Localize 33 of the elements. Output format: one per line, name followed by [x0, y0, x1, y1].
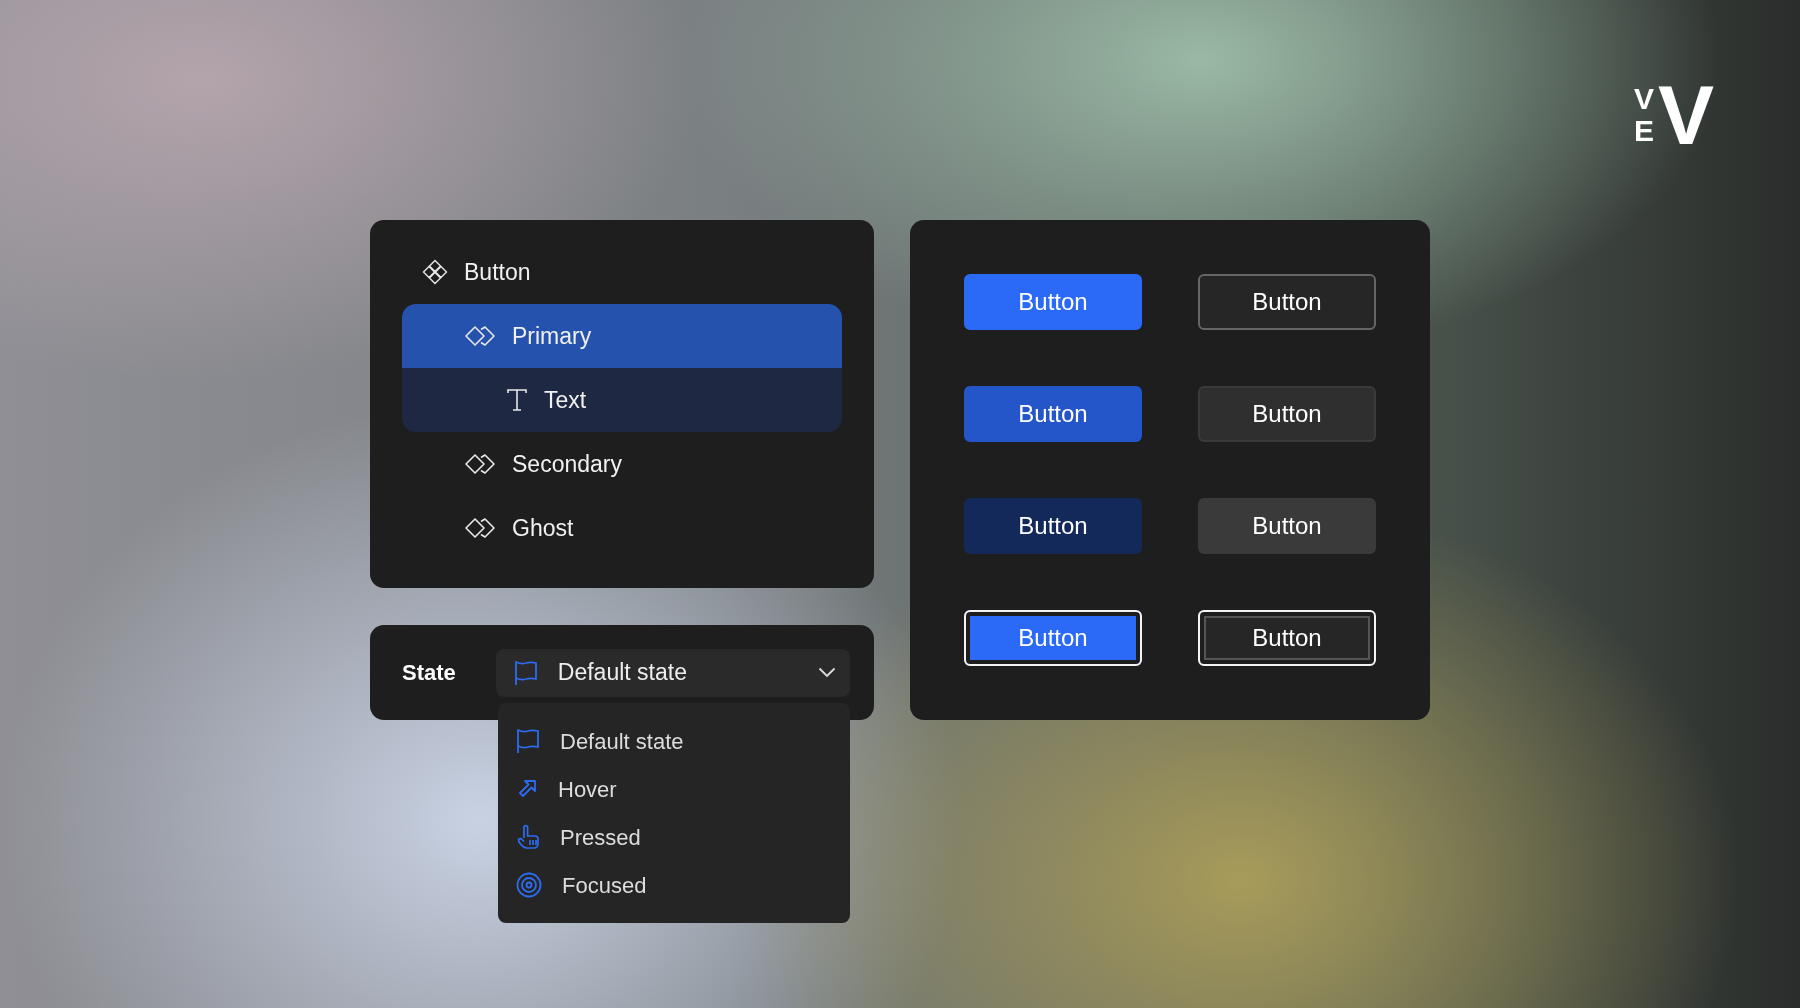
double-diamond-icon — [464, 325, 496, 347]
dropdown-option[interactable]: Focused — [498, 861, 850, 909]
arrow-icon — [516, 778, 538, 800]
dropdown-option[interactable]: Hover — [498, 765, 850, 813]
tree-item[interactable]: Button — [402, 240, 842, 304]
preview-button[interactable]: Button — [1198, 274, 1376, 330]
tree-item[interactable]: Text — [402, 368, 842, 432]
logo-letter: V — [1657, 80, 1714, 150]
tree-item[interactable]: Secondary — [402, 432, 842, 496]
dropdown-option[interactable]: Pressed — [498, 813, 850, 861]
preview-button[interactable]: Button — [1198, 386, 1376, 442]
tree-item[interactable]: Ghost — [402, 496, 842, 560]
state-dropdown[interactable]: Default state — [495, 648, 850, 697]
preview-button[interactable]: Button — [1198, 498, 1376, 554]
text-icon — [506, 388, 528, 412]
field-label: State — [402, 659, 456, 687]
preview-button[interactable]: Button — [964, 610, 1142, 666]
chevron-down-icon — [818, 667, 836, 678]
preview-button[interactable]: Button — [964, 274, 1142, 330]
flag-icon — [513, 659, 538, 686]
double-diamond-icon — [464, 453, 496, 475]
logo-letter: V — [1633, 83, 1654, 115]
preview-button[interactable]: Button — [964, 386, 1142, 442]
target-icon — [516, 872, 542, 898]
preview-button[interactable]: Button — [1198, 610, 1376, 666]
logo-letter: E — [1633, 115, 1654, 147]
component-icon — [422, 259, 448, 285]
tree-item[interactable]: Primary — [402, 304, 842, 368]
dropdown-option[interactable]: Default state — [498, 717, 850, 765]
flag-icon — [516, 728, 540, 754]
double-diamond-icon — [464, 517, 496, 539]
preview-button[interactable]: Button — [964, 498, 1142, 554]
pointing-hand-icon — [516, 824, 540, 850]
